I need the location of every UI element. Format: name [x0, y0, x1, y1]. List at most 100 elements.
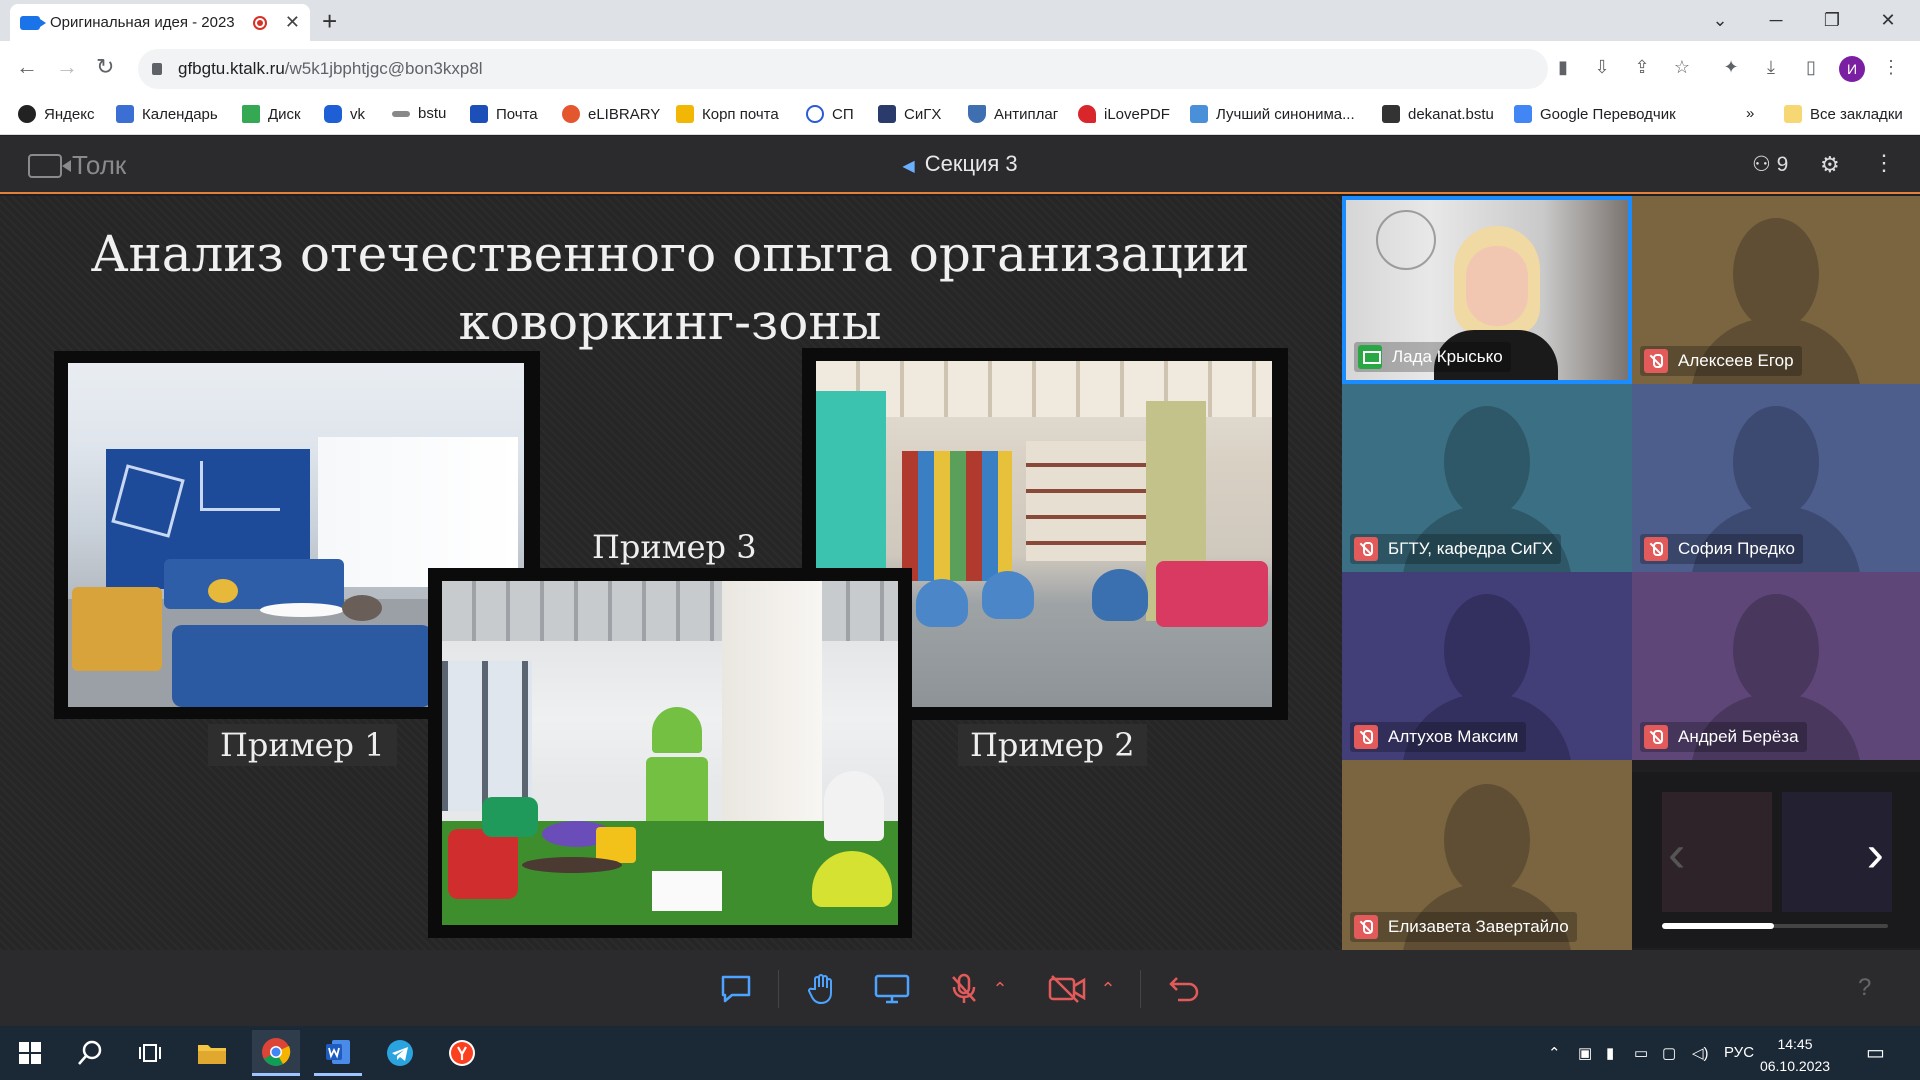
tab-title: Оригинальная идея - 2023: [50, 14, 235, 31]
chrome-button[interactable]: [252, 1030, 300, 1076]
lock-icon: [152, 63, 162, 75]
bookmark-synonyms[interactable]: Лучший синонима...: [1190, 105, 1355, 123]
close-tab-icon[interactable]: ✕: [285, 12, 300, 33]
bookmark-sp[interactable]: СП: [806, 105, 854, 123]
bookmark-disk[interactable]: Диск: [242, 105, 301, 123]
separator: [1140, 970, 1141, 1008]
white-table: [652, 871, 722, 911]
participant-tile[interactable]: София Предко: [1632, 384, 1920, 572]
ktalk-favicon-icon: [20, 15, 46, 30]
downloads-icon[interactable]: ⤓: [1760, 56, 1782, 78]
help-icon[interactable]: ?: [1858, 974, 1871, 1002]
tab-search-icon[interactable]: ⌄: [1692, 0, 1748, 41]
yellow-cube: [596, 827, 636, 863]
share-icon[interactable]: ⇪: [1631, 56, 1653, 78]
side-panel-icon[interactable]: ▯: [1800, 56, 1822, 78]
participants-button[interactable]: ⚇ 9: [1752, 152, 1788, 177]
bookmark-vk[interactable]: vk: [324, 105, 365, 123]
participant-tile-active[interactable]: Лада Крысько: [1342, 196, 1632, 384]
bookmark-star-icon[interactable]: ☆: [1671, 56, 1693, 78]
maximize-button[interactable]: ❐: [1804, 0, 1860, 41]
microphone-toggle-button[interactable]: [946, 972, 982, 1006]
microphone-tray-icon[interactable]: ▮: [1606, 1044, 1614, 1062]
bookmark-corp-mail[interactable]: Корп почта: [676, 105, 779, 123]
extensions-icon[interactable]: ✦: [1720, 56, 1742, 78]
camera-options-chevron-icon[interactable]: ⌃: [1098, 972, 1118, 1006]
more-options-icon[interactable]: ⋮: [1873, 150, 1895, 176]
bookmark-mail[interactable]: Почта: [470, 105, 538, 123]
bookmark-calendar[interactable]: Календарь: [116, 105, 218, 123]
new-tab-button[interactable]: +: [322, 6, 337, 37]
notifications-icon[interactable]: ▭: [1866, 1040, 1885, 1065]
people-icon: ⚇: [1752, 153, 1777, 176]
screen-share-icon: [1358, 345, 1382, 369]
chat-button[interactable]: [718, 972, 754, 1006]
android-head: [652, 707, 702, 753]
bookmark-ilovepdf[interactable]: iLovePDF: [1078, 105, 1170, 123]
task-view-button[interactable]: [126, 1030, 174, 1076]
start-button[interactable]: [6, 1030, 54, 1076]
leave-call-button[interactable]: [1166, 972, 1202, 1006]
telegram-button[interactable]: [376, 1030, 424, 1076]
bookmark-dekanat[interactable]: dekanat.bstu: [1382, 105, 1494, 123]
bookmarks-overflow-button[interactable]: »: [1746, 105, 1754, 122]
network-icon[interactable]: ▢: [1662, 1044, 1676, 1062]
search-button[interactable]: [66, 1030, 114, 1076]
previous-page-icon[interactable]: ‹: [1668, 824, 1685, 884]
drive-icon: [242, 105, 260, 123]
bookmark-antiplag[interactable]: Антиплаг: [968, 105, 1058, 123]
mic-off-icon: [952, 973, 976, 1003]
word-button[interactable]: [314, 1030, 362, 1076]
participant-tile[interactable]: Андрей Берёза: [1632, 572, 1920, 760]
heart-icon: [1078, 105, 1096, 123]
url-path: /w5k1jbphtjgc@bon3kxp8l: [284, 59, 483, 78]
hand-icon: [808, 974, 832, 1005]
participant-name-bar: Алексеев Егор: [1640, 346, 1802, 376]
camera-icon[interactable]: ▮: [1552, 56, 1574, 78]
bookmark-elibrary[interactable]: eLIBRARY: [562, 105, 660, 123]
battery-icon[interactable]: ▭: [1634, 1044, 1648, 1062]
participant-tile[interactable]: БГТУ, кафедра СиГХ: [1342, 384, 1632, 572]
round-table: [260, 603, 344, 617]
browser-menu-icon[interactable]: ⋮: [1880, 56, 1902, 78]
meet-now-icon[interactable]: ▣: [1578, 1044, 1592, 1062]
show-hidden-icons-icon[interactable]: ⌃: [1548, 1044, 1561, 1062]
next-page-icon[interactable]: ›: [1867, 824, 1884, 884]
install-app-icon[interactable]: ⇩: [1591, 56, 1613, 78]
file-explorer-button[interactable]: [188, 1030, 236, 1076]
participant-tile[interactable]: Алексеев Егор: [1632, 196, 1920, 384]
taskbar-clock[interactable]: 14:45 06.10.2023: [1744, 1033, 1846, 1077]
back-icon[interactable]: ←: [16, 54, 38, 80]
profile-avatar[interactable]: И: [1839, 56, 1865, 82]
raise-hand-button[interactable]: [804, 972, 840, 1006]
close-window-button[interactable]: ✕: [1860, 0, 1916, 41]
forward-icon[interactable]: →: [56, 54, 78, 80]
yellow-chair: [72, 587, 162, 671]
bookmark-google-translate[interactable]: Google Переводчик: [1514, 105, 1676, 123]
yandex-browser-button[interactable]: [438, 1030, 486, 1076]
settings-icon[interactable]: ⚙: [1820, 152, 1840, 178]
participant-name-bar: Лада Крысько: [1354, 342, 1511, 372]
participants-pager: ‹ ›: [1632, 772, 1920, 948]
address-bar[interactable]: gfbgtu.ktalk.ru/w5k1jbphtjgc@bon3kxp8l: [138, 49, 1548, 89]
screen-share-button[interactable]: [874, 972, 910, 1006]
participant-tile[interactable]: Елизавета Завертайло: [1342, 760, 1632, 950]
round-table: [522, 857, 622, 873]
volume-icon[interactable]: ◁): [1692, 1044, 1709, 1062]
corp-mail-icon: [676, 105, 694, 123]
bookmark-yandex[interactable]: Яндекс: [18, 105, 94, 123]
bookmark-bstu[interactable]: bstu: [392, 105, 446, 122]
minimize-button[interactable]: ─: [1748, 0, 1804, 41]
sigh-icon: [878, 105, 896, 123]
microphone-options-chevron-icon[interactable]: ⌃: [990, 972, 1010, 1006]
reload-icon[interactable]: ↻: [96, 54, 114, 80]
megaphone-icon: ◀: [902, 158, 915, 175]
participant-tile[interactable]: Алтухов Максим: [1342, 572, 1632, 760]
mic-off-icon: [1644, 725, 1668, 749]
word-icon: [326, 1039, 350, 1064]
bookmark-sigh[interactable]: СиГХ: [878, 105, 941, 123]
browser-tab[interactable]: Оригинальная идея - 2023 ✕: [10, 4, 310, 41]
android-body: [646, 757, 708, 827]
all-bookmarks[interactable]: Все закладки: [1784, 105, 1903, 123]
camera-toggle-button[interactable]: [1048, 972, 1088, 1006]
